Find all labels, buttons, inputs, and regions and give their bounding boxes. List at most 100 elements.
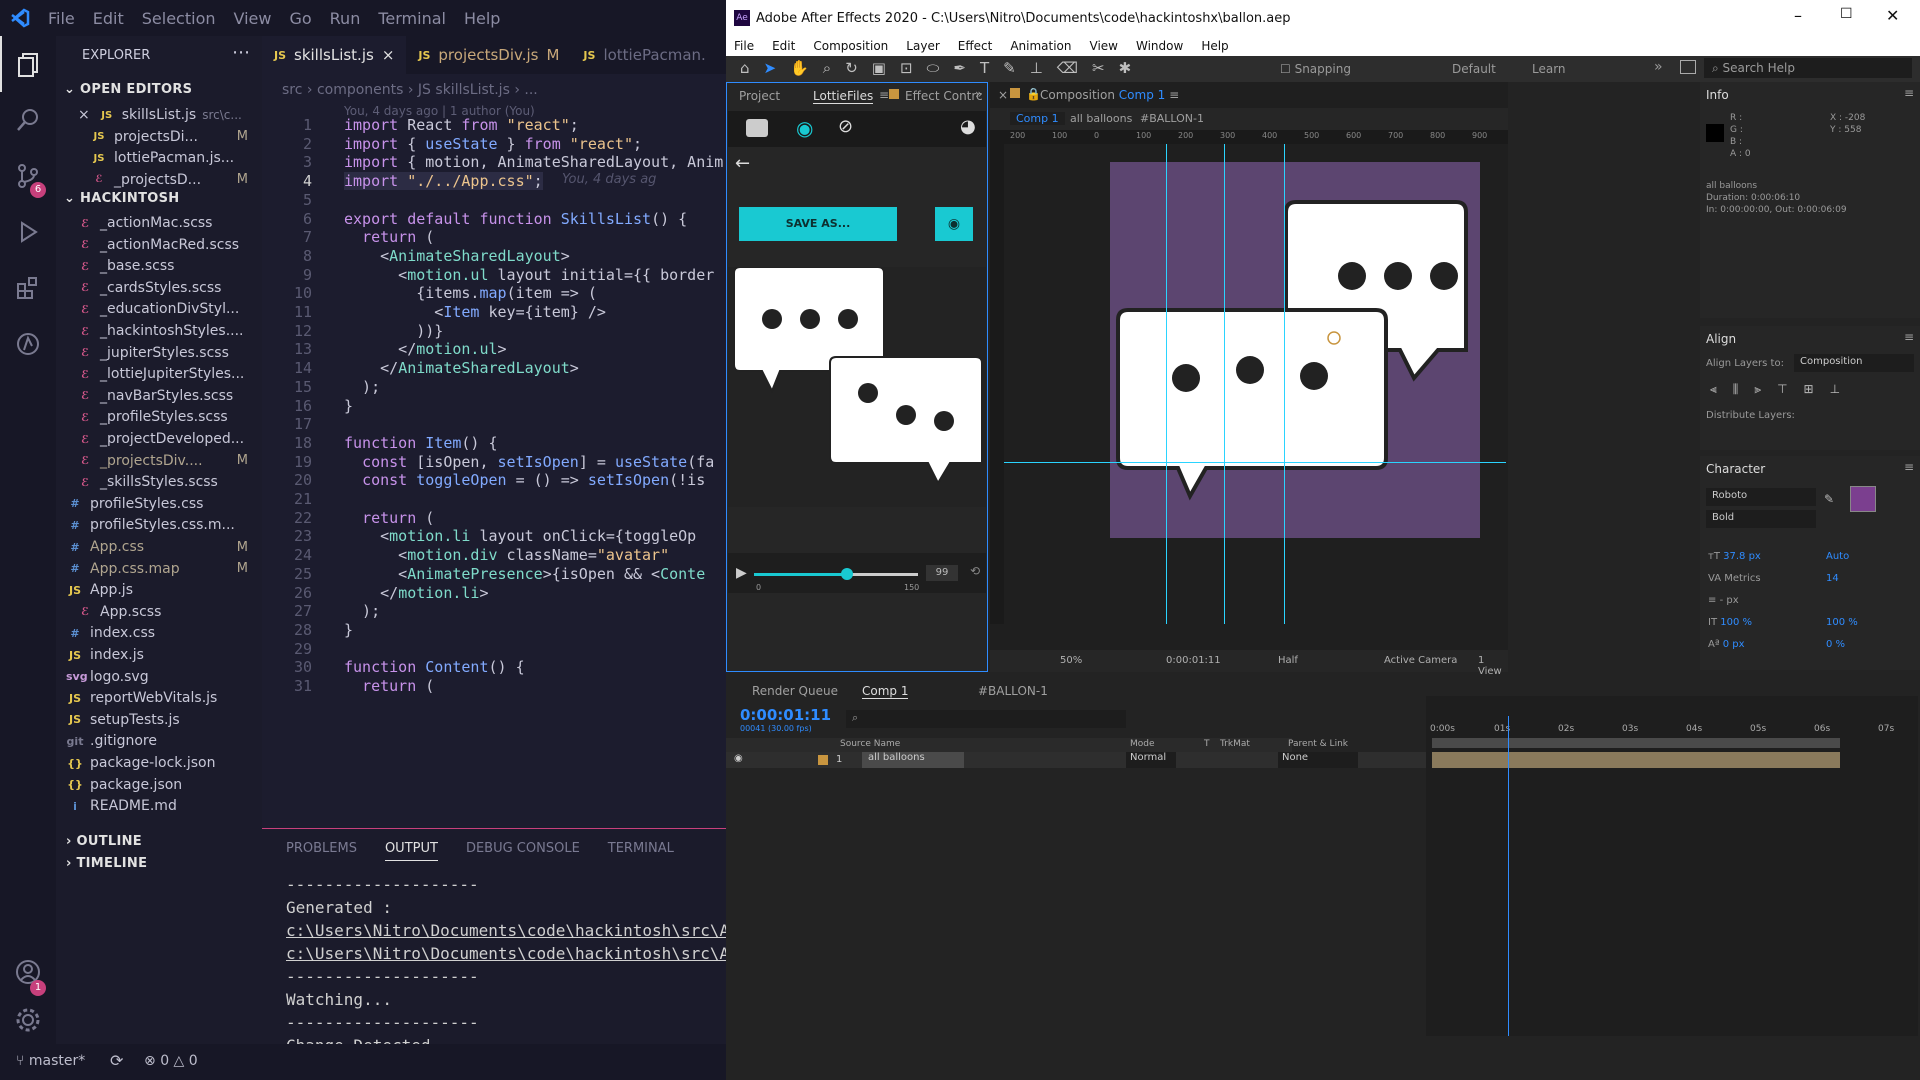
source-control-icon[interactable]: 6 — [0, 148, 56, 204]
editor-tab[interactable]: JS lottiePacman. — [571, 36, 718, 74]
file-tree-item[interactable]: ℰ App.scss — [56, 601, 262, 623]
workspace-default[interactable]: Default — [1452, 62, 1496, 76]
tab-render-queue[interactable]: Render Queue — [752, 684, 838, 698]
file-tree-item[interactable]: ℰ _profileStyles.scss — [56, 406, 262, 428]
eyedropper-icon[interactable]: ✎ — [1824, 492, 1834, 506]
hand-tool-icon[interactable]: ✋ — [790, 59, 809, 77]
more-tabs-icon[interactable]: » — [975, 87, 982, 101]
back-arrow-icon[interactable]: ← — [735, 153, 750, 174]
git-branch[interactable]: ⑂ master* — [16, 1053, 85, 1069]
more-actions-icon[interactable]: ⋯ — [232, 42, 250, 63]
tab-timeline-comp1[interactable]: Comp 1 — [862, 684, 909, 699]
search-help-field[interactable]: ⌕ Search Help — [1704, 58, 1912, 78]
layer-parent[interactable]: None — [1278, 752, 1358, 768]
guide-horizontal[interactable] — [1004, 462, 1506, 463]
file-tree-item[interactable]: ℰ _jupiterStyles.scss — [56, 342, 262, 364]
open-editor-item[interactable]: JS lottiePacman.js... — [56, 147, 262, 169]
player-track[interactable] — [754, 568, 918, 580]
screen-icon[interactable] — [1680, 60, 1696, 74]
crumb-precomp[interactable]: #BALLON-1 — [1140, 112, 1204, 125]
explorer-icon[interactable] — [0, 36, 56, 92]
tracking[interactable]: 14 — [1826, 568, 1839, 590]
file-tree-item[interactable]: i README.md — [56, 795, 262, 817]
font-size[interactable]: 37.8 px — [1723, 551, 1761, 562]
breadcrumb[interactable]: src › components › JS skillsList.js › ..… — [282, 82, 538, 98]
horizontal-scale[interactable]: 100 % — [1826, 612, 1858, 634]
file-tree-item[interactable]: ℰ _educationDivStyl... — [56, 298, 262, 320]
file-tree-item[interactable]: # index.css — [56, 622, 262, 644]
ae-menu-animation[interactable]: Animation — [1010, 39, 1071, 53]
minimize-button[interactable]: – — [1794, 6, 1802, 25]
work-area-bar[interactable] — [1432, 738, 1840, 748]
ae-menu-window[interactable]: Window — [1136, 39, 1183, 53]
file-tree-item[interactable]: JS index.js — [56, 644, 262, 666]
file-tree-item[interactable]: # App.css.map M — [56, 558, 262, 580]
file-tree-item[interactable]: {} package.json — [56, 774, 262, 796]
user-icon[interactable]: ◕ — [960, 116, 976, 137]
info-menu-icon[interactable]: ≡ — [1904, 86, 1914, 100]
code-line[interactable]: </AnimateSharedLayout> — [344, 359, 579, 377]
run-debug-icon[interactable] — [0, 204, 56, 260]
code-editor[interactable]: You, 4 days ago | 1 author (You) 1 import… — [262, 104, 726, 824]
zoom-dropdown[interactable]: 50% — [1060, 655, 1082, 666]
pan-behind-icon[interactable]: ⊡ — [900, 59, 913, 77]
ae-menu-view[interactable]: View — [1090, 39, 1118, 53]
vertical-scale[interactable]: 100 % — [1720, 617, 1752, 628]
maximize-button[interactable]: ☐ — [1840, 6, 1853, 22]
lock-icon[interactable]: 🔒 — [1026, 87, 1041, 101]
ae-menu-file[interactable]: File — [734, 39, 754, 53]
layer-color-label[interactable] — [818, 755, 828, 765]
code-line[interactable]: const [isOpen, setIsOpen] = useState(fa — [344, 453, 714, 471]
code-line[interactable]: function Item() { — [344, 434, 498, 452]
file-tree-item[interactable]: ℰ _cardsStyles.scss — [56, 277, 262, 299]
workspace-learn[interactable]: Learn — [1532, 62, 1566, 76]
save-as-button[interactable]: SAVE AS... — [739, 207, 897, 241]
close-editor-icon[interactable]: × — [78, 107, 90, 123]
sync-icon[interactable]: ⟳ — [110, 1051, 123, 1070]
file-tree-item[interactable]: ℰ _actionMacRed.scss — [56, 234, 262, 256]
layer-row[interactable]: ◉ 1 all balloons Normal None — [726, 752, 1426, 768]
menu-file[interactable]: File — [48, 9, 75, 28]
fill-color-swatch[interactable] — [1850, 486, 1876, 512]
eye-icon[interactable]: ◉ — [796, 116, 813, 140]
file-tree-item[interactable]: ℰ _lottieJupiterStyles... — [56, 363, 262, 385]
align-bottom-icon[interactable]: ⊥ — [1830, 382, 1840, 397]
kerning[interactable]: Metrics — [1724, 573, 1760, 584]
outline-section[interactable]: › OUTLINE — [66, 834, 142, 849]
menu-selection[interactable]: Selection — [142, 9, 216, 28]
code-line[interactable]: import React from "react"; — [344, 116, 579, 134]
stroke-width[interactable]: - px — [1720, 595, 1739, 606]
eraser-tool-icon[interactable]: ⌫ — [1057, 59, 1078, 77]
code-line[interactable]: <Item key={item} /> — [344, 303, 606, 321]
ae-menu-composition[interactable]: Composition — [813, 39, 888, 53]
editor-tab[interactable]: JS projectsDiv.js M — [406, 36, 572, 74]
timeline-section[interactable]: › TIMELINE — [66, 856, 147, 871]
code-line[interactable]: ); — [344, 602, 380, 620]
code-line[interactable]: <AnimateSharedLayout> — [344, 247, 570, 265]
menu-edit[interactable]: Edit — [93, 9, 124, 28]
close-button[interactable]: ✕ — [1886, 6, 1899, 25]
leading[interactable]: Auto — [1826, 546, 1849, 568]
compass-icon[interactable]: ⊘ — [838, 116, 853, 137]
tab-effect-controls[interactable]: Effect Contrc — [905, 89, 983, 103]
file-tree-item[interactable]: # App.css M — [56, 536, 262, 558]
open-editor-item[interactable]: JS projectsDi... M — [56, 126, 262, 148]
project-section[interactable]: ⌄ HACKINTOSH — [64, 191, 179, 206]
globe-button[interactable]: ◉ — [935, 207, 973, 241]
file-tree-item[interactable]: git .gitignore — [56, 730, 262, 752]
baseline-shift[interactable]: 0 px — [1723, 639, 1745, 650]
file-tree-item[interactable]: ℰ _hackintoshStyles.... — [56, 320, 262, 342]
ae-menu-help[interactable]: Help — [1201, 39, 1228, 53]
camera-tool-icon[interactable]: ▣ — [872, 59, 886, 77]
panel-tab-output[interactable]: OUTPUT — [384, 841, 438, 861]
menu-go[interactable]: Go — [289, 9, 311, 28]
file-tree-item[interactable]: {} package-lock.json — [56, 752, 262, 774]
brush-tool-icon[interactable]: ✎ — [1003, 59, 1016, 77]
menu-view[interactable]: View — [234, 9, 272, 28]
code-line[interactable]: } — [344, 397, 353, 415]
open-editor-item[interactable]: × JS skillsList.js src\c... — [56, 104, 262, 126]
file-tree-item[interactable]: ℰ _navBarStyles.scss — [56, 385, 262, 407]
code-line[interactable]: } — [344, 621, 353, 639]
clone-tool-icon[interactable]: ⊥ — [1030, 59, 1043, 77]
guide-vertical-3[interactable] — [1284, 144, 1285, 624]
